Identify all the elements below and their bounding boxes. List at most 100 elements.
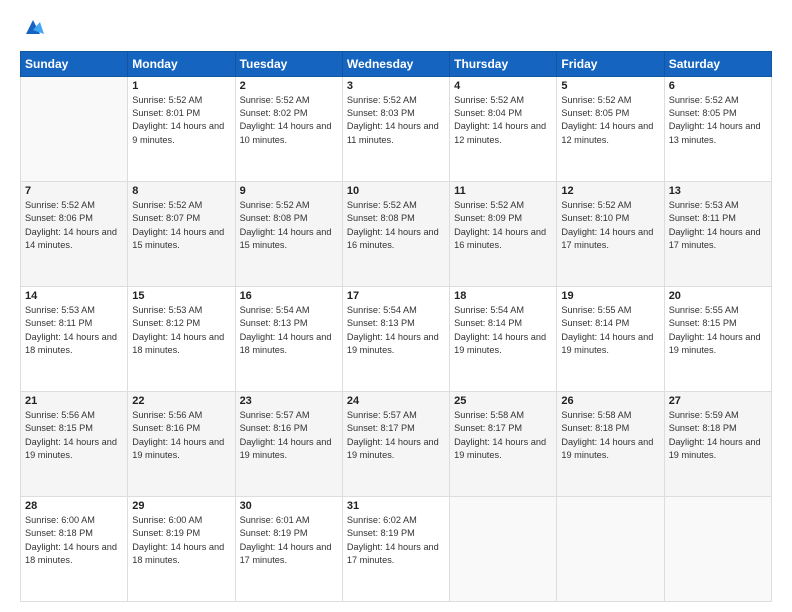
calendar-day-cell: 8 Sunrise: 5:52 AMSunset: 8:07 PMDaylight… <box>128 181 235 286</box>
day-number: 24 <box>347 395 445 407</box>
daylight-text: Daylight: 14 hours and 19 minutes. <box>454 332 546 355</box>
calendar-day-cell: 28Sunrise: 6:00 AMSunset: 8:18 PMDayligh… <box>21 496 128 601</box>
calendar-table: SundayMondayTuesdayWednesdayThursdayFrid… <box>20 51 772 602</box>
day-info: Sunrise: 5:54 AMSunset: 8:13 PMDaylight:… <box>240 304 338 357</box>
day-number: 20 <box>669 290 767 302</box>
daylight-text: Daylight: 14 hours and 18 minutes. <box>132 542 224 565</box>
sunrise-text: Sunrise: 5:54 AM <box>240 305 310 315</box>
daylight-text: Daylight: 14 hours and 14 minutes. <box>25 227 117 250</box>
sunset-text: Sunset: 8:09 PM <box>454 213 522 223</box>
daylight-text: Daylight: 14 hours and 19 minutes. <box>347 437 439 460</box>
daylight-text: Daylight: 14 hours and 16 minutes. <box>347 227 439 250</box>
sunrise-text: Sunrise: 5:57 AM <box>240 410 310 420</box>
sunset-text: Sunset: 8:15 PM <box>669 318 737 328</box>
sunrise-text: Sunrise: 6:00 AM <box>25 515 95 525</box>
day-number: 12 <box>561 185 659 197</box>
day-info: Sunrise: 5:52 AMSunset: 8:08 PMDaylight:… <box>240 199 338 252</box>
calendar-day-header: Monday <box>128 51 235 76</box>
day-number: 8 <box>132 185 230 197</box>
day-info: Sunrise: 5:52 AMSunset: 8:07 PMDaylight:… <box>132 199 230 252</box>
sunset-text: Sunset: 8:16 PM <box>240 423 308 433</box>
logo-icon <box>22 16 44 38</box>
calendar-day-cell: 7 Sunrise: 5:52 AM Sunset: 8:06 PM Daylight… <box>21 181 128 286</box>
calendar-day-cell: 15Sunrise: 5:53 AMSunset: 8:12 PMDayligh… <box>128 286 235 391</box>
calendar-day-cell <box>557 496 664 601</box>
sunrise-text: Sunrise: 5:52 AM <box>132 95 202 105</box>
day-number: 11 <box>454 185 552 197</box>
calendar-day-cell: 31Sunrise: 6:02 AMSunset: 8:19 PMDayligh… <box>342 496 449 601</box>
calendar-day-cell <box>664 496 771 601</box>
day-number: 29 <box>132 500 230 512</box>
calendar-week-row: 21Sunrise: 5:56 AMSunset: 8:15 PMDayligh… <box>21 391 772 496</box>
daylight-text: Daylight: 14 hours and 18 minutes. <box>25 542 117 565</box>
calendar-day-cell: 12 Sunrise: 5:52 AMSunset: 8:10 PMDayligh… <box>557 181 664 286</box>
logo <box>20 16 44 43</box>
calendar-day-cell: 13 Sunrise: 5:53 AMSunset: 8:11 PMDayligh… <box>664 181 771 286</box>
sunset-text: Sunset: 8:05 PM <box>561 108 629 118</box>
sunset-text: Sunset: 8:02 PM <box>240 108 308 118</box>
sunrise-text: Sunrise: 5:52 AM <box>240 95 310 105</box>
calendar-day-header: Friday <box>557 51 664 76</box>
sunset-text: Sunset: 8:14 PM <box>454 318 522 328</box>
sunrise-text: Sunrise: 5:52 AM <box>454 200 524 210</box>
daylight-text: Daylight: 14 hours and 9 minutes. <box>132 121 224 144</box>
calendar-week-row: 14Sunrise: 5:53 AMSunset: 8:11 PMDayligh… <box>21 286 772 391</box>
sunset-text: Sunset: 8:12 PM <box>132 318 200 328</box>
day-number: 1 <box>132 80 230 92</box>
daylight-text: Daylight: 14 hours and 19 minutes. <box>669 437 761 460</box>
calendar-day-cell: 26Sunrise: 5:58 AMSunset: 8:18 PMDayligh… <box>557 391 664 496</box>
day-info: Sunrise: 5:52 AMSunset: 8:05 PMDaylight:… <box>561 94 659 147</box>
day-info: Sunrise: 5:52 AMSunset: 8:08 PMDaylight:… <box>347 199 445 252</box>
day-info: Sunrise: 5:52 AMSunset: 8:03 PMDaylight:… <box>347 94 445 147</box>
sunrise-text: Sunrise: 5:58 AM <box>454 410 524 420</box>
calendar-day-cell: 18Sunrise: 5:54 AMSunset: 8:14 PMDayligh… <box>450 286 557 391</box>
sunrise-text: Sunrise: 5:56 AM <box>25 410 95 420</box>
day-number: 7 <box>25 185 123 197</box>
daylight-text: Daylight: 14 hours and 19 minutes. <box>132 437 224 460</box>
page: SundayMondayTuesdayWednesdayThursdayFrid… <box>0 0 792 612</box>
calendar-day-cell: 10Sunrise: 5:52 AMSunset: 8:08 PMDayligh… <box>342 181 449 286</box>
sunrise-text: Sunrise: 5:54 AM <box>347 305 417 315</box>
day-info: Sunrise: 5:55 AMSunset: 8:14 PMDaylight:… <box>561 304 659 357</box>
sunset-text: Sunset: 8:06 PM <box>25 213 93 223</box>
day-info: Sunrise: 5:52 AM Sunset: 8:06 PM Daylight:… <box>25 199 123 252</box>
sunset-text: Sunset: 8:10 PM <box>561 213 629 223</box>
calendar-day-header: Thursday <box>450 51 557 76</box>
day-info: Sunrise: 6:00 AMSunset: 8:19 PMDaylight:… <box>132 514 230 567</box>
sunrise-text: Sunrise: 5:56 AM <box>132 410 202 420</box>
sunset-text: Sunset: 8:18 PM <box>25 528 93 538</box>
sunset-text: Sunset: 8:03 PM <box>347 108 415 118</box>
day-info: Sunrise: 5:57 AMSunset: 8:16 PMDaylight:… <box>240 409 338 462</box>
sunrise-text: Sunrise: 5:52 AM <box>25 200 95 210</box>
day-info: Sunrise: 5:52 AMSunset: 8:10 PMDaylight:… <box>561 199 659 252</box>
sunset-text: Sunset: 8:08 PM <box>347 213 415 223</box>
sunrise-text: Sunrise: 5:52 AM <box>132 200 202 210</box>
day-info: Sunrise: 5:58 AMSunset: 8:18 PMDaylight:… <box>561 409 659 462</box>
day-number: 18 <box>454 290 552 302</box>
header <box>20 16 772 43</box>
day-info: Sunrise: 5:53 AMSunset: 8:11 PMDaylight:… <box>669 199 767 252</box>
day-number: 22 <box>132 395 230 407</box>
daylight-text: Daylight: 14 hours and 19 minutes. <box>454 437 546 460</box>
calendar-week-row: 1Sunrise: 5:52 AMSunset: 8:01 PMDaylight… <box>21 76 772 181</box>
day-number: 19 <box>561 290 659 302</box>
daylight-text: Daylight: 14 hours and 16 minutes. <box>454 227 546 250</box>
sunset-text: Sunset: 8:19 PM <box>347 528 415 538</box>
sunrise-text: Sunrise: 5:52 AM <box>240 200 310 210</box>
day-info: Sunrise: 5:53 AMSunset: 8:12 PMDaylight:… <box>132 304 230 357</box>
day-info: Sunrise: 5:59 AMSunset: 8:18 PMDaylight:… <box>669 409 767 462</box>
calendar-day-cell <box>450 496 557 601</box>
day-info: Sunrise: 5:57 AMSunset: 8:17 PMDaylight:… <box>347 409 445 462</box>
daylight-text: Daylight: 14 hours and 18 minutes. <box>132 332 224 355</box>
sunset-text: Sunset: 8:05 PM <box>669 108 737 118</box>
day-number: 13 <box>669 185 767 197</box>
daylight-text: Daylight: 14 hours and 13 minutes. <box>669 121 761 144</box>
daylight-text: Daylight: 14 hours and 19 minutes. <box>347 332 439 355</box>
sunset-text: Sunset: 8:11 PM <box>25 318 92 328</box>
daylight-text: Daylight: 14 hours and 15 minutes. <box>240 227 332 250</box>
day-number: 25 <box>454 395 552 407</box>
daylight-text: Daylight: 14 hours and 17 minutes. <box>240 542 332 565</box>
calendar-day-cell: 9Sunrise: 5:52 AMSunset: 8:08 PMDaylight… <box>235 181 342 286</box>
sunrise-text: Sunrise: 5:55 AM <box>669 305 739 315</box>
day-number: 5 <box>561 80 659 92</box>
